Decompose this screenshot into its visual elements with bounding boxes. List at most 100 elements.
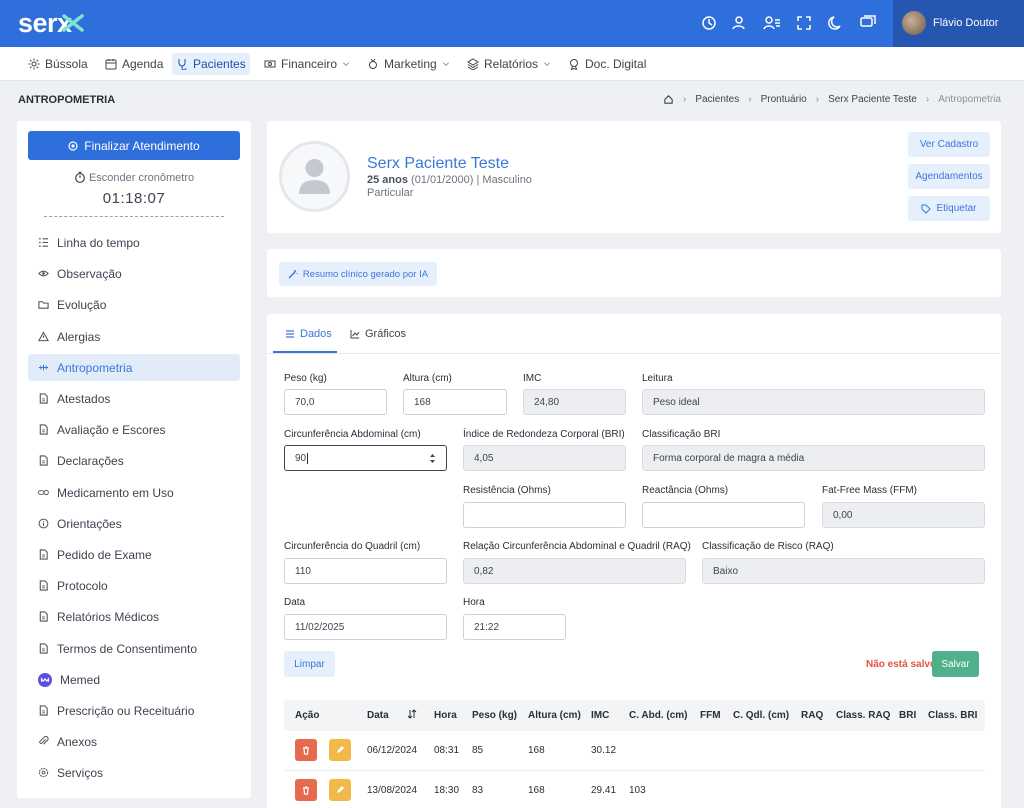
moon-icon[interactable]: [826, 13, 846, 33]
delete-button[interactable]: [295, 779, 317, 801]
col-ffm: FFM: [700, 710, 721, 721]
document-icon: [39, 643, 48, 654]
sidebar-item-label: Anexos: [57, 734, 98, 749]
nav-item-docdigital[interactable]: Doc. Digital: [564, 53, 650, 75]
reactancia-input[interactable]: [642, 502, 805, 528]
chevron-down-icon: [343, 62, 350, 66]
patient-birth: (01/01/2000): [411, 174, 474, 186]
medal-icon: [369, 58, 377, 69]
etiquetar-label: Etiquetar: [936, 203, 977, 214]
edit-button[interactable]: [329, 779, 351, 801]
data-label: Data: [284, 597, 306, 608]
agendamentos-button[interactable]: Agendamentos: [908, 164, 990, 189]
sidebar-item-avaliacao-e-escores[interactable]: Avaliação e Escores: [28, 416, 240, 443]
data-input[interactable]: 11/02/2025: [284, 614, 447, 640]
tab-dados[interactable]: Dados: [285, 328, 332, 340]
sidebar-item-label: Medicamento em Uso: [57, 485, 174, 500]
nav-item-pacientes[interactable]: Pacientes: [172, 53, 250, 75]
row-divider: [284, 770, 985, 771]
fullscreen-icon[interactable]: [794, 13, 814, 33]
ai-summary-button[interactable]: Resumo clínico gerado por IA: [279, 262, 437, 286]
class-raq-label: Classificação de Risco (RAQ): [702, 541, 834, 552]
hide-timer-link[interactable]: Esconder cronômetro: [28, 171, 240, 184]
hora-input[interactable]: 21:22: [463, 614, 566, 640]
peso-input[interactable]: 70,0: [284, 389, 387, 415]
sidebar-item-atestados[interactable]: Atestados: [28, 385, 240, 412]
sidebar-item-label: Declarações: [57, 453, 124, 468]
users-list-icon[interactable]: [762, 13, 782, 33]
salvar-button[interactable]: Salvar: [932, 651, 979, 677]
sidebar-item-termos-de-consentimento[interactable]: Termos de Consentimento: [28, 635, 240, 662]
sidebar-item-observacao[interactable]: Observação: [28, 260, 240, 287]
sidebar-item-anexos[interactable]: Anexos: [28, 728, 240, 755]
sidebar-item-alergias[interactable]: Alergias: [28, 323, 240, 350]
sidebar-item-relatorios-medicos[interactable]: Relatórios Médicos: [28, 603, 240, 630]
limpar-button[interactable]: Limpar: [284, 651, 335, 677]
user-name[interactable]: Flávio Doutor: [933, 17, 998, 29]
sidebar-item-medicamento-em-uso[interactable]: Medicamento em Uso: [28, 479, 240, 506]
sidebar-item-prescricao-ou-receituario[interactable]: Prescrição ou Receituário: [28, 697, 240, 724]
stepper-icon[interactable]: [429, 453, 436, 464]
sidebar-item-linha-do-tempo[interactable]: Linha do tempo: [28, 229, 240, 256]
abdominal-input[interactable]: 90: [284, 445, 447, 471]
home-icon[interactable]: [663, 94, 674, 105]
abdominal-label: Circunferência Abdominal (cm): [284, 429, 421, 440]
abdominal-value: 90: [295, 452, 307, 464]
history-icon[interactable]: [699, 13, 719, 33]
nav-label: Doc. Digital: [585, 57, 647, 71]
nav-item-relatrios[interactable]: Relatórios: [463, 53, 555, 75]
sidebar-item-label: Alergias: [57, 329, 101, 344]
sidebar-item-declaracoes[interactable]: Declarações: [28, 447, 240, 474]
magic-wand-icon: [288, 270, 298, 279]
etiquetar-button[interactable]: Etiquetar: [908, 196, 990, 221]
nav-item-bssola[interactable]: Bússola: [24, 53, 92, 75]
sidebar-item-evolucao[interactable]: Evolução: [28, 291, 240, 318]
chat-icon[interactable]: [858, 13, 878, 33]
tab-graficos[interactable]: Gráficos: [350, 328, 406, 340]
altura-input[interactable]: 168: [403, 389, 507, 415]
breadcrumb-prontuario[interactable]: Prontuário: [761, 94, 807, 105]
ffm-field: 0,00: [822, 502, 985, 528]
col-imc: IMC: [591, 710, 610, 721]
col-acao: Ação: [295, 710, 320, 721]
edit-button[interactable]: [329, 739, 351, 761]
sidebar-item-antropometria[interactable]: Antropometria: [28, 354, 240, 381]
delete-button[interactable]: [295, 739, 317, 761]
sort-icon[interactable]: [407, 709, 417, 719]
calendar-icon: [105, 59, 117, 70]
sidebar-item-pedido-de-exame[interactable]: Pedido de Exame: [28, 541, 240, 568]
sidebar-item-protocolo[interactable]: Protocolo: [28, 572, 240, 599]
sidebar-item-orientacoes[interactable]: Orientações: [28, 510, 240, 537]
finalizar-atendimento-button[interactable]: Finalizar Atendimento: [28, 131, 240, 160]
sidebar-item-servicos[interactable]: Serviços: [28, 759, 240, 786]
breadcrumb-pacientes[interactable]: Pacientes: [695, 94, 739, 105]
document-icon: [39, 424, 48, 435]
col-data[interactable]: Data: [367, 710, 389, 721]
info-icon: [38, 518, 49, 529]
quadril-input[interactable]: 110: [284, 558, 447, 584]
patient-info: 25 anos (01/01/2000) | Masculino: [367, 174, 532, 186]
sidebar-item-label: Pedido de Exame: [57, 547, 152, 562]
divider: [44, 216, 224, 217]
trash-icon: [303, 786, 309, 795]
nav-label: Relatórios: [484, 57, 539, 71]
sidebar-item-memed[interactable]: Memed: [28, 666, 240, 693]
stethoscope-icon: [178, 59, 187, 70]
breadcrumb-patient[interactable]: Serx Paciente Teste: [828, 94, 917, 105]
sidebar-item-label: Evolução: [57, 297, 107, 312]
ffm-label: Fat-Free Mass (FFM): [822, 485, 917, 496]
nav-item-marketing[interactable]: Marketing: [363, 53, 454, 75]
chevron-down-icon: [442, 62, 449, 66]
resistencia-label: Resistência (Ohms): [463, 485, 551, 496]
avatar[interactable]: [902, 11, 926, 35]
ver-cadastro-button[interactable]: Ver Cadastro: [908, 132, 990, 157]
raq-label: Relação Circunferência Abdominal e Quadr…: [463, 541, 691, 552]
nav-item-agenda[interactable]: Agenda: [101, 53, 167, 75]
tab-graficos-label: Gráficos: [365, 328, 406, 340]
cell-data: 06/12/2024: [367, 745, 418, 756]
nav-item-financeiro[interactable]: Financeiro: [260, 53, 354, 75]
patient-sex: Masculino: [482, 174, 532, 186]
user-icon[interactable]: [730, 13, 750, 33]
resistencia-input[interactable]: [463, 502, 626, 528]
sidebar-item-label: Relatórios Médicos: [57, 609, 160, 624]
